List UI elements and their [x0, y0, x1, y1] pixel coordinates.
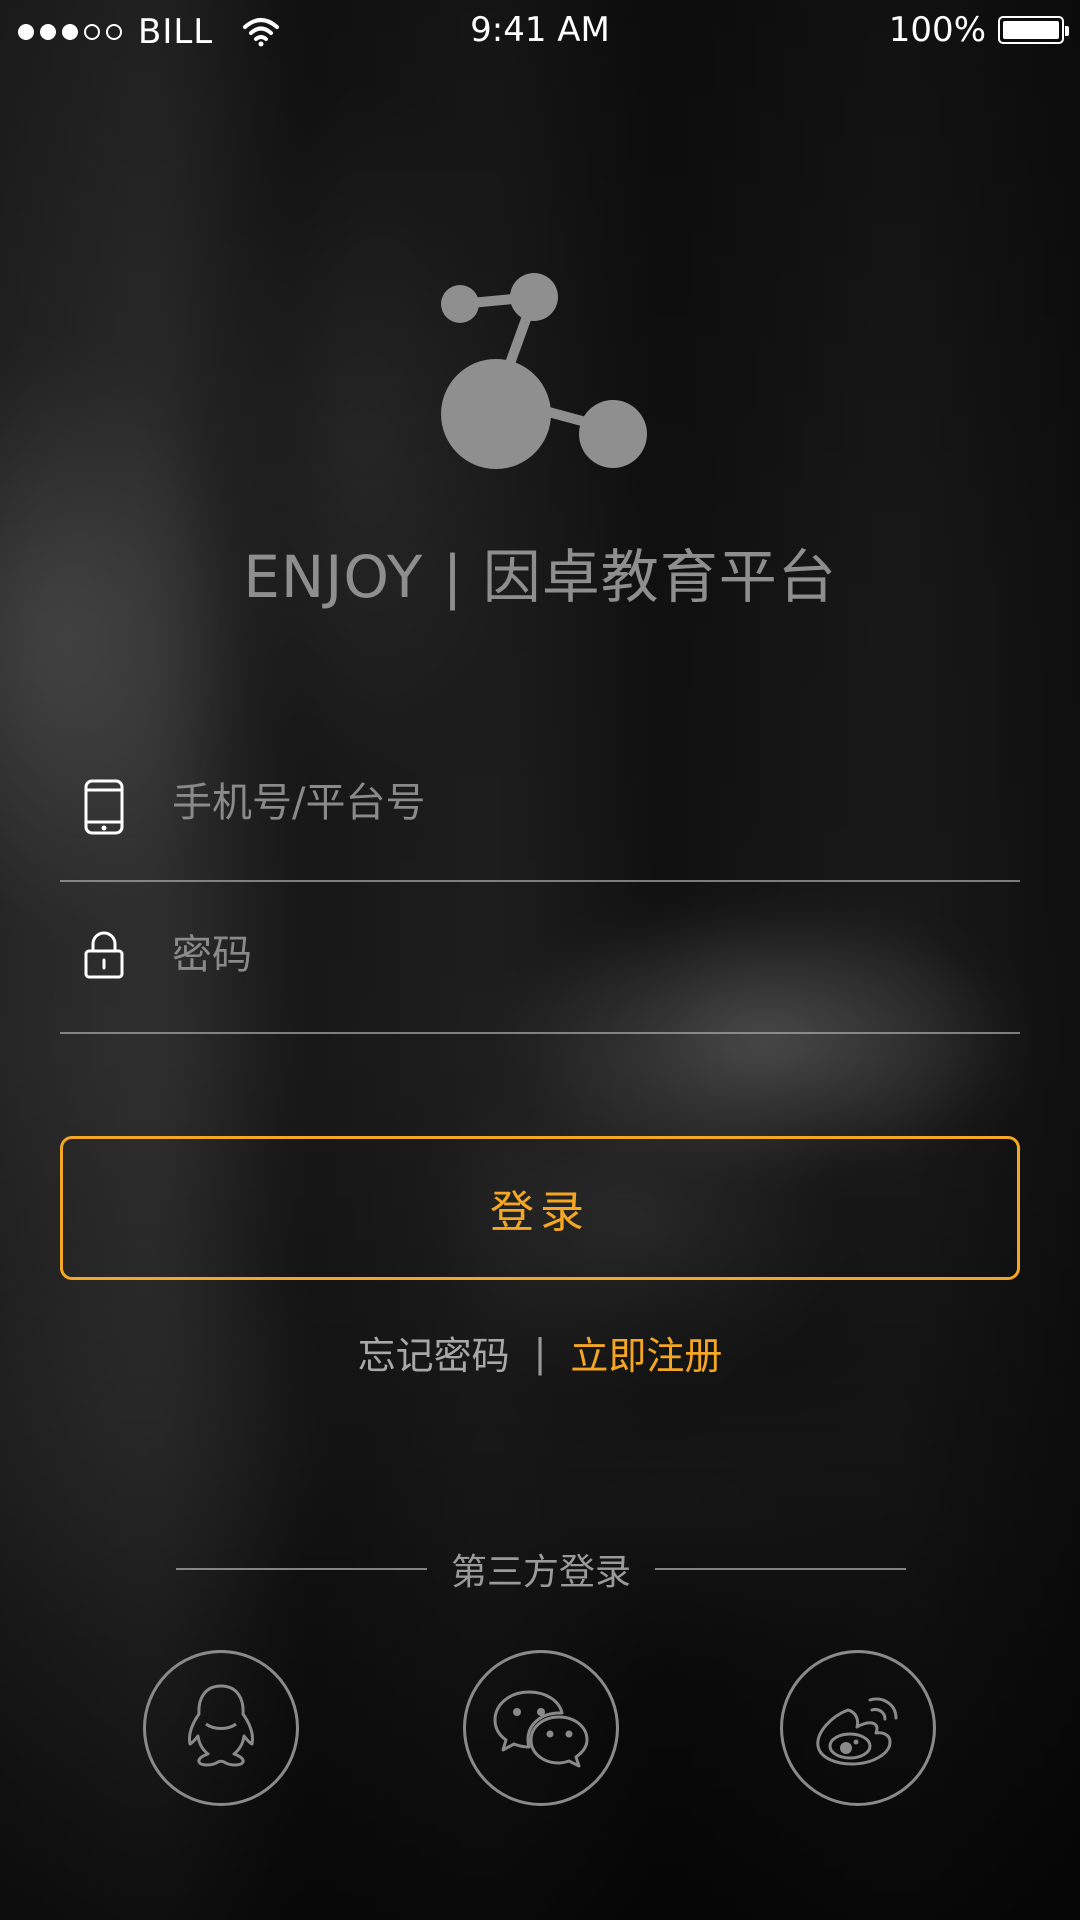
battery-percentage: 100% [888, 10, 986, 50]
weibo-login-button[interactable] [780, 1650, 936, 1806]
password-input[interactable] [170, 914, 994, 996]
battery-icon [998, 16, 1069, 44]
phone-input[interactable] [170, 762, 994, 844]
divider-line [176, 1568, 427, 1570]
weibo-icon [816, 1697, 898, 1766]
login-button[interactable]: 登录 [60, 1136, 1020, 1280]
register-link[interactable]: 立即注册 [570, 1325, 722, 1380]
status-bar: BILL 9:41 AM 100% [0, 0, 1080, 64]
status-right: 100% [888, 10, 1069, 50]
qq-login-button[interactable] [143, 1650, 299, 1806]
forgot-password-link[interactable]: 忘记密码 [358, 1325, 510, 1380]
link-separator: | [533, 1330, 547, 1375]
phone-icon [84, 779, 124, 835]
wechat-icon [493, 1690, 589, 1768]
app-title: ENJOY | 因卓教育平台 [243, 543, 837, 611]
wechat-login-button[interactable] [463, 1650, 619, 1806]
third-party-label: 第三方登录 [451, 1552, 632, 1593]
divider-line [655, 1568, 907, 1570]
battery-level [1003, 21, 1059, 39]
login-screen: BILL 9:41 AM 100% ENJOY | 因卓教育平台 手机号/平台号… [0, 0, 1080, 1920]
password-field-row [60, 884, 1020, 1034]
third-party-divider: 第三方登录 [176, 1543, 907, 1595]
qq-icon [188, 1684, 254, 1767]
auth-links: 忘记密码 | 立即注册 [0, 1325, 1080, 1380]
molecule-icon [441, 273, 647, 469]
lock-icon [84, 931, 124, 979]
phone-field-row [60, 732, 1020, 882]
